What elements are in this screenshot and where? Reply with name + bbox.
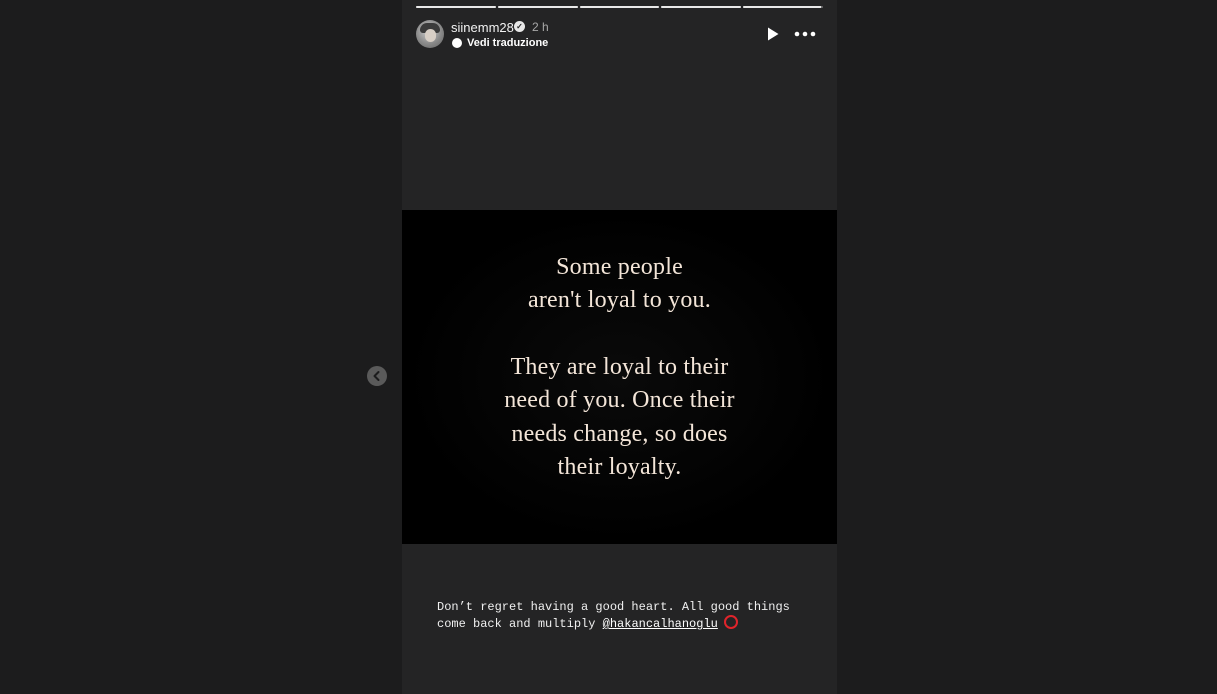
chevron-left-icon	[373, 371, 380, 381]
progress-segment	[416, 6, 496, 8]
progress-segment-fill	[743, 6, 822, 8]
story-timestamp: 2 h	[532, 20, 549, 34]
play-button[interactable]	[766, 26, 780, 42]
verified-badge-icon: ✓	[514, 21, 525, 32]
story-frame[interactable]: siinemm28 ✓ 2 h Vedi traduzione Some peo…	[402, 0, 837, 694]
caption-line-2: come back and multiply	[437, 617, 603, 631]
story-caption: Don’t regret having a good heart. All go…	[437, 600, 817, 632]
avatar[interactable]	[416, 20, 444, 48]
progress-segment	[579, 6, 660, 8]
story-progress-bar	[416, 6, 823, 9]
quote-image: Some people aren't loyal to you. They ar…	[402, 210, 837, 544]
progress-segment-fill	[661, 6, 742, 8]
progress-segment	[661, 6, 742, 8]
quote-line: need of you. Once their	[504, 387, 735, 413]
avatar-face	[425, 29, 436, 42]
translate-bubble-icon	[452, 38, 462, 48]
previous-story-button[interactable]	[367, 366, 387, 386]
progress-segment	[497, 6, 578, 8]
quote-line: Some people	[556, 254, 683, 280]
quote-line: needs change, so does	[511, 421, 728, 447]
story-username[interactable]: siinemm28	[451, 20, 514, 35]
progress-segment-fill	[416, 6, 496, 8]
caption-line-1: Don’t regret having a good heart. All go…	[437, 600, 790, 614]
progress-segment	[743, 6, 823, 8]
mention-link[interactable]: @hakancalhanoglu	[603, 617, 718, 631]
quote-line: aren't loyal to you.	[528, 287, 711, 313]
more-options-button[interactable]	[794, 26, 816, 42]
play-icon	[768, 27, 779, 41]
more-horizontal-icon	[794, 31, 816, 37]
translate-link[interactable]: Vedi traduzione	[467, 37, 548, 50]
red-circle-emoji	[723, 615, 738, 629]
story-viewer-page: siinemm28 ✓ 2 h Vedi traduzione Some peo…	[0, 0, 1217, 694]
progress-segment-fill	[579, 6, 660, 8]
quote-line: their loyalty.	[557, 454, 682, 480]
progress-segment-fill	[497, 6, 578, 8]
quote-line: They are loyal to their	[510, 354, 729, 380]
